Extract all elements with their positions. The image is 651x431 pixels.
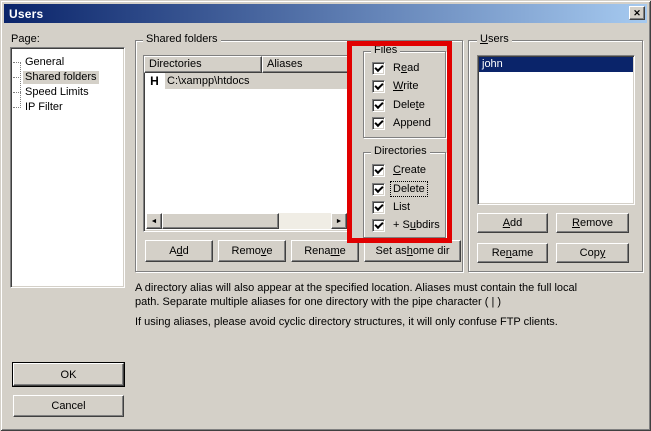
sf-add-button[interactable]: Add [145, 240, 213, 262]
set-as-home-dir-button[interactable]: Set as home dir [364, 240, 461, 262]
shared-folders-group-label: Shared folders [143, 34, 221, 45]
page-item-label: Shared folders [23, 71, 99, 84]
page-item-shared-folders[interactable]: Shared folders [11, 70, 124, 85]
page-item-speed-limits[interactable]: Speed Limits [11, 85, 124, 100]
scroll-right-icon: ► [336, 218, 343, 225]
title-bar[interactable]: Users ✕ [4, 4, 647, 23]
window-title: Users [4, 7, 43, 21]
close-button[interactable]: ✕ [629, 6, 645, 20]
page-item-label: Speed Limits [23, 86, 91, 99]
page-list: General Shared folders Speed Limits IP F… [10, 47, 125, 288]
users-add-button[interactable]: Add [477, 213, 548, 233]
annotation-rectangle [347, 41, 452, 243]
alias-info-line2: path. Separate multiple aliases for one … [135, 296, 501, 309]
scrollbar-thumb[interactable] [162, 213, 279, 229]
tree-branch-icon [13, 92, 21, 93]
scroll-left-icon: ◄ [151, 218, 158, 225]
users-rename-button[interactable]: Rename [477, 243, 548, 263]
users-dialog: Users ✕ Page: General Shared folders Spe… [0, 0, 651, 431]
page-item-label: General [23, 56, 66, 69]
users-listbox[interactable]: john [477, 55, 635, 205]
users-group-label: Users [477, 34, 512, 45]
sf-remove-button[interactable]: Remove [218, 240, 286, 262]
page-item-label: IP Filter [23, 101, 65, 114]
alias-info-line3: If using aliases, please avoid cyclic di… [135, 316, 558, 329]
users-remove-button[interactable]: Remove [556, 213, 629, 233]
users-copy-button[interactable]: Copy [556, 243, 629, 263]
horizontal-scrollbar[interactable]: ◄ ► [146, 213, 347, 229]
directory-path: C:\xampp\htdocs [165, 73, 349, 89]
scroll-right-button[interactable]: ► [331, 213, 347, 229]
close-icon: ✕ [633, 9, 641, 18]
sf-rename-button[interactable]: Rename [291, 240, 359, 262]
page-item-ip-filter[interactable]: IP Filter [11, 100, 124, 115]
tree-branch-icon [13, 77, 21, 78]
alias-info-line1: A directory alias will also appear at th… [135, 282, 577, 295]
home-dir-marker: H [144, 73, 165, 89]
scroll-left-button[interactable]: ◄ [146, 213, 162, 229]
tree-branch-icon [13, 107, 21, 108]
ok-button[interactable]: OK [13, 363, 124, 386]
listview-header: Directories Aliases [144, 56, 349, 73]
column-header-aliases[interactable]: Aliases [262, 56, 349, 73]
directory-row[interactable]: H C:\xampp\htdocs [144, 73, 349, 89]
user-item-john[interactable]: john [479, 57, 633, 72]
directories-listview[interactable]: Directories Aliases H C:\xampp\htdocs ◄ … [143, 55, 350, 232]
page-item-general[interactable]: General [11, 55, 124, 70]
tree-branch-icon [13, 62, 21, 63]
page-label: Page: [11, 33, 40, 45]
column-header-directories[interactable]: Directories [144, 56, 262, 73]
cancel-button[interactable]: Cancel [13, 395, 124, 417]
